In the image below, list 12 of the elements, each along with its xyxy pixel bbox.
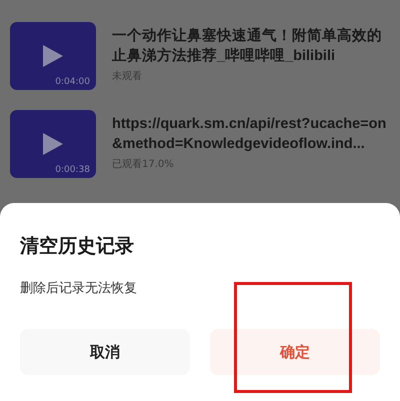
video-thumbnail[interactable]: 0:04:00 [10,22,96,90]
video-duration: 0:04:00 [55,77,90,87]
video-title[interactable]: 一个动作让鼻塞快速通气！附简单高效的止鼻涕方法推荐_哔哩哔哩_bilibili [112,26,387,66]
dialog-title: 清空历史记录 [20,234,135,259]
video-thumbnail[interactable]: 0:00:38 [10,110,96,178]
play-icon [43,133,63,155]
play-icon [43,45,63,67]
cancel-button[interactable]: 取消 [20,329,190,375]
video-duration: 0:00:38 [55,165,90,175]
dialog-message: 删除后记录无法恢复 [20,280,138,297]
confirm-button[interactable]: 确定 [210,329,380,375]
video-title[interactable]: https://quark.sm.cn/api/rest?ucache=on&method=Knowledgevideoflow.ind... [112,114,387,154]
